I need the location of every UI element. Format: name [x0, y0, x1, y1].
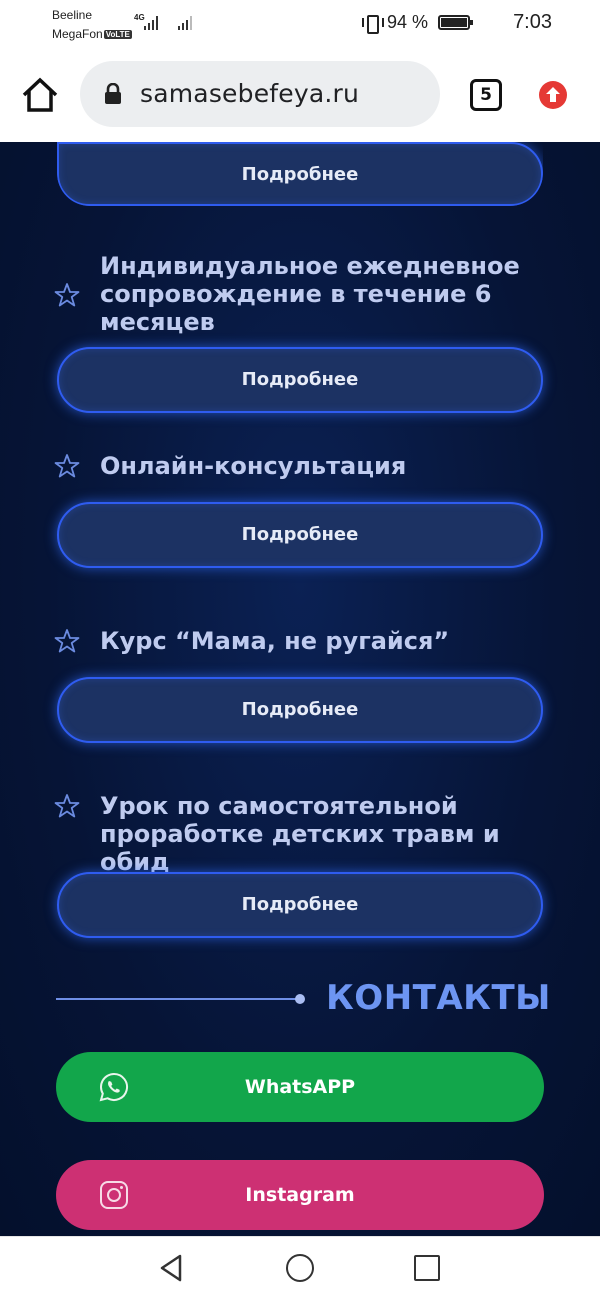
vibrate-icon — [361, 14, 384, 34]
service-1-more-button[interactable]: Подробнее — [57, 142, 543, 206]
instagram-button[interactable]: Instagram — [56, 1160, 544, 1230]
clock: 7:03 — [513, 11, 552, 33]
signal-icon — [144, 14, 158, 30]
url-text: samasebefeya.ru — [140, 79, 360, 108]
circle-home-icon[interactable] — [286, 1254, 314, 1282]
service-2-more-button[interactable]: Подробнее — [57, 347, 543, 413]
service-3-more-button[interactable]: Подробнее — [57, 502, 543, 568]
whatsapp-icon — [99, 1072, 129, 1102]
back-icon[interactable] — [158, 1253, 186, 1283]
carrier-name-2-text: MegaFon — [52, 27, 103, 41]
service-5-title: Урок по самостоятельной проработке детск… — [100, 792, 500, 876]
status-bar: Beeline MegaFon VoLTE 4G 94 % 7:03 — [0, 0, 600, 48]
page-content: Подробнее Индивидуальное ежедневное сопр… — [0, 142, 600, 1236]
recent-apps-icon[interactable] — [414, 1255, 440, 1281]
star-icon — [54, 454, 80, 478]
service-4-title: Курс “Мама, не ругайся” — [100, 627, 450, 655]
service-3-title: Онлайн-консультация — [100, 452, 407, 480]
star-icon — [54, 794, 80, 818]
carrier-name-2: MegaFon VoLTE — [52, 27, 132, 41]
carrier-name-1: Beeline — [52, 8, 93, 22]
volte-badge: VoLTE — [103, 30, 132, 39]
star-icon — [54, 283, 80, 307]
battery-icon — [438, 15, 473, 30]
star-icon — [54, 629, 80, 653]
address-bar[interactable]: samasebefeya.ru — [80, 61, 440, 127]
signal-icon-2 — [178, 14, 192, 30]
lock-icon — [105, 83, 121, 104]
battery-status: 94 % — [361, 12, 473, 34]
service-5-more-button[interactable]: Подробнее — [57, 872, 543, 938]
tab-switcher-button[interactable]: 5 — [470, 79, 502, 111]
whatsapp-label: WhatsAPP — [244, 1076, 356, 1098]
contacts-heading: КОНТАКТЫ — [326, 978, 551, 1018]
home-icon[interactable] — [20, 76, 60, 114]
browser-toolbar: samasebefeya.ru 5 — [0, 48, 600, 142]
whatsapp-button[interactable]: WhatsAPP — [56, 1052, 544, 1122]
contacts-divider-dot — [295, 994, 305, 1004]
system-nav-bar — [0, 1236, 600, 1299]
service-4-more-button[interactable]: Подробнее — [57, 677, 543, 743]
update-icon[interactable] — [538, 80, 568, 110]
battery-percent: 94 % — [386, 12, 428, 32]
service-2-title: Индивидуальное ежедневное сопровождение … — [100, 252, 520, 336]
contacts-divider-line — [56, 998, 300, 1000]
instagram-label: Instagram — [245, 1184, 355, 1206]
instagram-icon — [100, 1181, 128, 1209]
